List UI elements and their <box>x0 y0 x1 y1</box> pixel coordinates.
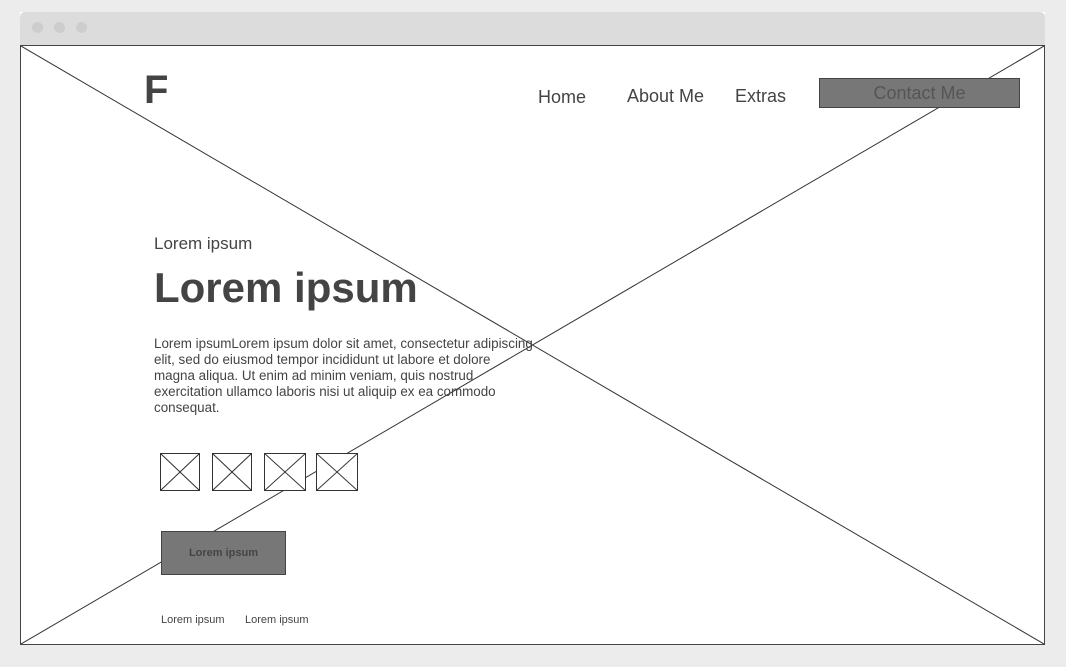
window-titlebar <box>20 12 1045 45</box>
hero-eyebrow: Lorem ipsum <box>154 234 253 253</box>
brand-logo[interactable]: F <box>144 68 168 113</box>
hero-title: Lorem ipsum <box>154 264 418 311</box>
window-close-dot[interactable] <box>32 22 43 33</box>
hero-cta-button[interactable]: Lorem ipsum <box>161 531 286 575</box>
nav-home-link[interactable]: Home <box>538 87 586 108</box>
contact-me-button[interactable]: Contact Me <box>819 78 1020 108</box>
nav-extras-link[interactable]: Extras <box>735 86 786 107</box>
image-placeholder-icon[interactable] <box>160 453 200 491</box>
page-viewport: F Home About Me Extras Contact Me Lorem … <box>20 45 1045 645</box>
image-placeholder-icon[interactable] <box>316 453 358 491</box>
hero-body-text: Lorem ipsumLorem ipsum dolor sit amet, c… <box>154 336 533 415</box>
window-minimize-dot[interactable] <box>54 22 65 33</box>
window-maximize-dot[interactable] <box>76 22 87 33</box>
image-placeholder-icon[interactable] <box>264 453 306 491</box>
image-placeholder-icon[interactable] <box>212 453 252 491</box>
footer-link[interactable]: Lorem ipsum <box>245 614 309 626</box>
footer-link[interactable]: Lorem ipsum <box>161 614 225 626</box>
nav-about-link[interactable]: About Me <box>627 86 704 107</box>
browser-window: F Home About Me Extras Contact Me Lorem … <box>20 12 1045 645</box>
